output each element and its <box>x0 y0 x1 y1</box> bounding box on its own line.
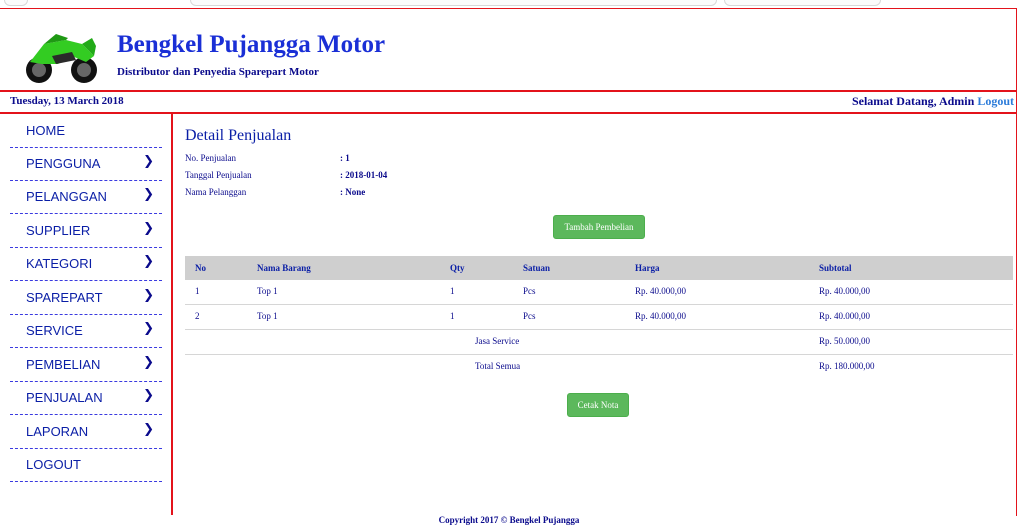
sidebar-item-pengguna[interactable]: PENGGUNA ❯ <box>10 147 162 181</box>
chevron-right-icon: ❯ <box>143 288 154 303</box>
sidebar-item-label: LOGOUT <box>26 457 81 472</box>
browser-address-bar <box>190 0 717 6</box>
page-title: Detail Penjualan <box>185 127 292 144</box>
chevron-right-icon: ❯ <box>143 355 154 370</box>
chevron-right-icon: ❯ <box>143 254 154 269</box>
cell-subtotal: Rp. 40.000,00 <box>819 311 871 321</box>
sidebar-item-label: PEMBELIAN <box>26 357 101 372</box>
current-date: Tuesday, 13 March 2018 <box>10 95 124 107</box>
sidebar-item-home[interactable]: HOME <box>10 114 162 148</box>
column-header-satuan: Satuan <box>523 263 551 273</box>
info-value-no-penjualan: : 1 <box>340 153 350 163</box>
sidebar-item-service[interactable]: SERVICE ❯ <box>10 314 162 348</box>
chevron-right-icon: ❯ <box>143 187 154 202</box>
sidebar-item-logout[interactable]: LOGOUT <box>10 448 162 482</box>
cell-satuan: Pcs <box>523 286 536 296</box>
column-header-no: No <box>195 263 206 273</box>
chevron-right-icon: ❯ <box>143 388 154 403</box>
welcome-label: Selamat Datang, Admin <box>851 94 975 108</box>
sidebar-item-label: SERVICE <box>26 323 83 338</box>
sidebar-item-kategori[interactable]: KATEGORI ❯ <box>10 247 162 281</box>
info-value-pelanggan: : None <box>340 187 366 197</box>
sidebar-item-penjualan[interactable]: PENJUALAN ❯ <box>10 381 162 415</box>
site-header: Bengkel Pujangga Motor Distributor dan P… <box>0 9 1018 90</box>
sidebar-item-label: PELANGGAN <box>26 189 107 204</box>
cell-qty: 1 <box>450 286 455 296</box>
cell-qty: 1 <box>450 311 455 321</box>
sidebar-item-sparepart[interactable]: SPAREPART ❯ <box>10 281 162 315</box>
sidebar-item-laporan[interactable]: LAPORAN ❯ <box>10 415 162 449</box>
info-value-tanggal: : 2018-01-04 <box>340 170 388 180</box>
cell-harga: Rp. 40.000,00 <box>635 286 687 296</box>
chevron-right-icon: ❯ <box>143 221 154 236</box>
total-row: Total Semua Rp. 180.000,00 <box>185 355 1013 379</box>
cell-nama-barang: Top 1 <box>257 286 278 296</box>
sidebar-item-label: LAPORAN <box>26 424 89 439</box>
browser-search-bar <box>724 0 881 6</box>
sidebar-item-pembelian[interactable]: PEMBELIAN ❯ <box>10 348 162 382</box>
cell-no: 1 <box>195 286 200 296</box>
column-header-nama-barang: Nama Barang <box>257 263 311 273</box>
column-header-qty: Qty <box>450 263 465 273</box>
total-value: Rp. 180.000,00 <box>819 361 875 371</box>
sidebar-item-pelanggan[interactable]: PELANGGAN ❯ <box>10 180 162 214</box>
info-label-no-penjualan: No. Penjualan <box>185 153 236 163</box>
cell-subtotal: Rp. 40.000,00 <box>819 286 871 296</box>
cetak-nota-button[interactable]: Cetak Nota <box>567 393 629 417</box>
service-label: Jasa Service <box>475 336 520 346</box>
browser-top-strip <box>0 0 1018 8</box>
column-header-subtotal: Subtotal <box>819 263 852 273</box>
motorcycle-icon <box>26 34 97 83</box>
cell-satuan: Pcs <box>523 311 536 321</box>
sidebar-item-label: PENGGUNA <box>26 156 101 171</box>
cell-nama-barang: Top 1 <box>257 311 278 321</box>
browser-control <box>4 0 28 6</box>
sidebar-item-label: SUPPLIER <box>26 223 91 238</box>
logout-link[interactable]: Logout <box>977 94 1014 108</box>
table-row: 1 Top 1 1 Pcs Rp. 40.000,00 Rp. 40.000,0… <box>185 280 1013 305</box>
total-label: Total Semua <box>475 361 521 371</box>
tambah-pembelian-button[interactable]: Tambah Pembelian <box>553 215 645 239</box>
welcome-text: Selamat Datang, Admin Logout <box>852 94 1014 109</box>
column-header-harga: Harga <box>635 263 660 273</box>
sidebar-item-label: SPAREPART <box>26 290 103 305</box>
chevron-right-icon: ❯ <box>143 321 154 336</box>
cell-no: 2 <box>195 311 200 321</box>
sidebar-item-label: HOME <box>26 123 65 138</box>
footer-copyright: Copyright 2017 © Bengkel Pujangga <box>438 515 580 525</box>
sidebar-item-supplier[interactable]: SUPPLIER ❯ <box>10 214 162 248</box>
table-row: 2 Top 1 1 Pcs Rp. 40.000,00 Rp. 40.000,0… <box>185 305 1013 330</box>
cell-harga: Rp. 40.000,00 <box>635 311 687 321</box>
info-label-tanggal: Tanggal Penjualan <box>185 170 252 180</box>
chevron-right-icon: ❯ <box>143 422 154 437</box>
sidebar-item-label: PENJUALAN <box>26 390 103 405</box>
sidebar-item-label: KATEGORI <box>26 256 93 271</box>
site-title: Bengkel Pujangga Motor <box>117 31 386 58</box>
table-header: No Nama Barang Qty Satuan Harga Subtotal <box>185 256 1013 280</box>
site-subtitle: Distributor dan Penyedia Sparepart Motor <box>117 66 319 78</box>
sidebar: HOME PENGGUNA ❯ PELANGGAN ❯ SUPPLIER ❯ K… <box>0 114 173 515</box>
chevron-right-icon: ❯ <box>143 154 154 169</box>
service-row: Jasa Service Rp. 50.000,00 <box>185 330 1013 355</box>
date-bar: Tuesday, 13 March 2018 Selamat Datang, A… <box>0 90 1016 114</box>
service-value: Rp. 50.000,00 <box>819 336 871 346</box>
info-label-pelanggan: Nama Pelanggan <box>185 187 247 197</box>
